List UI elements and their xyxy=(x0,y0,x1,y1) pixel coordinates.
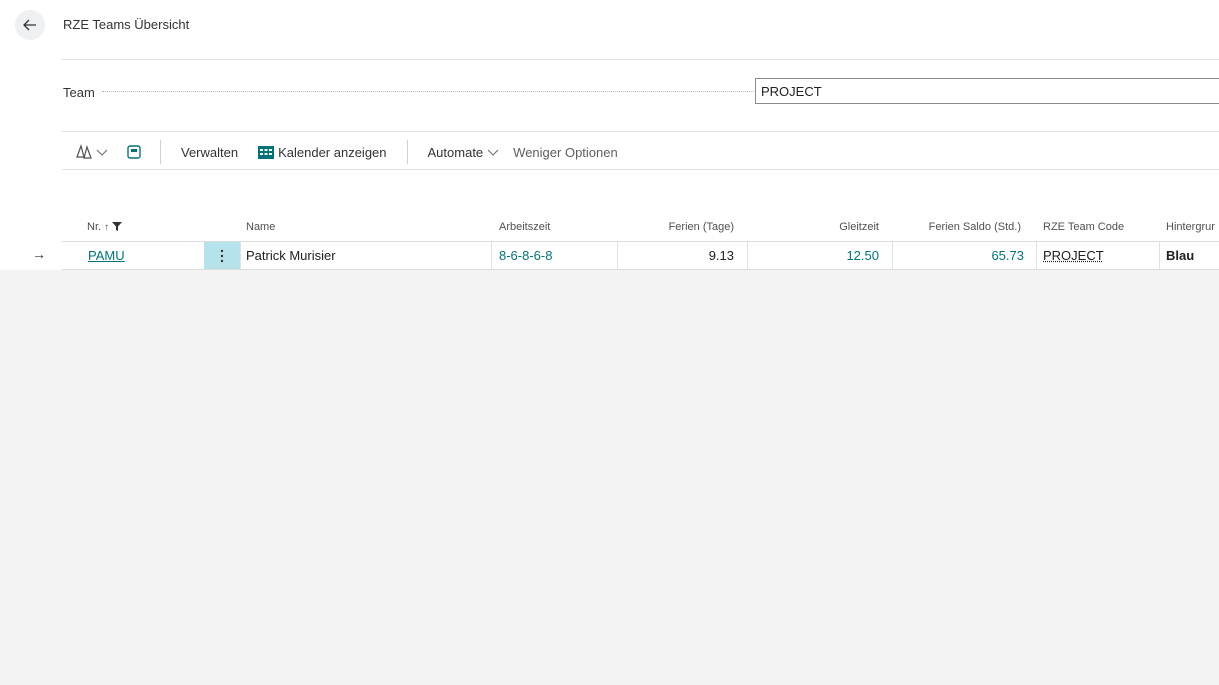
automate-label: Automate xyxy=(427,144,484,160)
chevron-down-icon xyxy=(487,149,499,156)
row-hintergrund[interactable]: Blau xyxy=(1166,248,1194,263)
cell-divider xyxy=(892,242,893,269)
column-header-name[interactable]: Name xyxy=(246,221,275,233)
row-ferien-saldo[interactable]: 65.73 xyxy=(895,248,1024,263)
cell-divider xyxy=(617,242,618,269)
actionbar-divider xyxy=(62,169,1219,170)
empty-list-area xyxy=(0,270,1219,685)
back-arrow-icon xyxy=(23,19,36,31)
action-bar: Verwalten Kalender anzeigen Automate Wen… xyxy=(63,140,618,164)
column-header-hintergrund[interactable]: Hintergrur xyxy=(1166,221,1215,233)
action-separator xyxy=(406,140,408,164)
page-title: RZE Teams Übersicht xyxy=(63,17,190,32)
row-arrow-icon: → xyxy=(32,246,46,262)
column-header-team-code[interactable]: RZE Team Code xyxy=(1043,221,1124,233)
row-team-code[interactable]: PROJECT xyxy=(1043,248,1104,263)
column-header-nr[interactable]: Nr. ↑ xyxy=(87,221,123,233)
action-separator xyxy=(160,140,161,164)
cell-divider xyxy=(1036,242,1037,269)
manage-button[interactable]: Verwalten xyxy=(181,145,238,160)
page-layout-icon xyxy=(127,145,141,159)
team-field-label: Team xyxy=(63,85,99,100)
automate-menu[interactable]: Automate xyxy=(428,145,500,160)
filter-icon xyxy=(112,222,123,231)
calendar-icon xyxy=(258,146,275,159)
show-calendar-button[interactable]: Kalender anzeigen xyxy=(257,144,387,160)
column-header-nr-label: Nr. xyxy=(87,221,102,233)
column-header-ferien-saldo[interactable]: Ferien Saldo (Std.) xyxy=(895,221,1021,233)
cell-divider xyxy=(747,242,748,269)
fewer-options-button[interactable]: Weniger Optionen xyxy=(513,145,618,160)
row-menu-button[interactable] xyxy=(204,242,240,269)
copilot-icon xyxy=(76,144,92,159)
more-vertical-icon xyxy=(220,249,224,262)
row-name[interactable]: Patrick Murisier xyxy=(246,248,336,263)
page-layout-button[interactable] xyxy=(126,144,142,160)
row-nr-link[interactable]: PAMU xyxy=(88,248,125,263)
row-arbeitszeit[interactable]: 8-6-8-6-8 xyxy=(499,248,552,263)
show-calendar-label: Kalender anzeigen xyxy=(278,144,387,160)
row-gleitzeit[interactable]: 12.50 xyxy=(750,248,879,263)
cell-divider xyxy=(240,242,241,269)
column-header-gleitzeit[interactable]: Gleitzeit xyxy=(750,221,879,233)
cell-divider xyxy=(491,242,492,269)
column-header-arbeitszeit[interactable]: Arbeitszeit xyxy=(499,221,550,233)
back-button[interactable] xyxy=(15,10,45,40)
filter-divider xyxy=(62,131,1219,132)
chevron-down-icon xyxy=(96,149,108,156)
field-leader-dots xyxy=(102,91,754,92)
copilot-button[interactable] xyxy=(75,144,108,160)
cell-divider xyxy=(1159,242,1160,269)
row-ferien-tage[interactable]: 9.13 xyxy=(620,248,734,263)
column-header-ferien-tage[interactable]: Ferien (Tage) xyxy=(620,221,734,233)
header-divider xyxy=(62,59,1219,60)
sort-ascending-icon: ↑ xyxy=(104,222,110,233)
team-input[interactable]: PROJECT xyxy=(755,78,1219,104)
